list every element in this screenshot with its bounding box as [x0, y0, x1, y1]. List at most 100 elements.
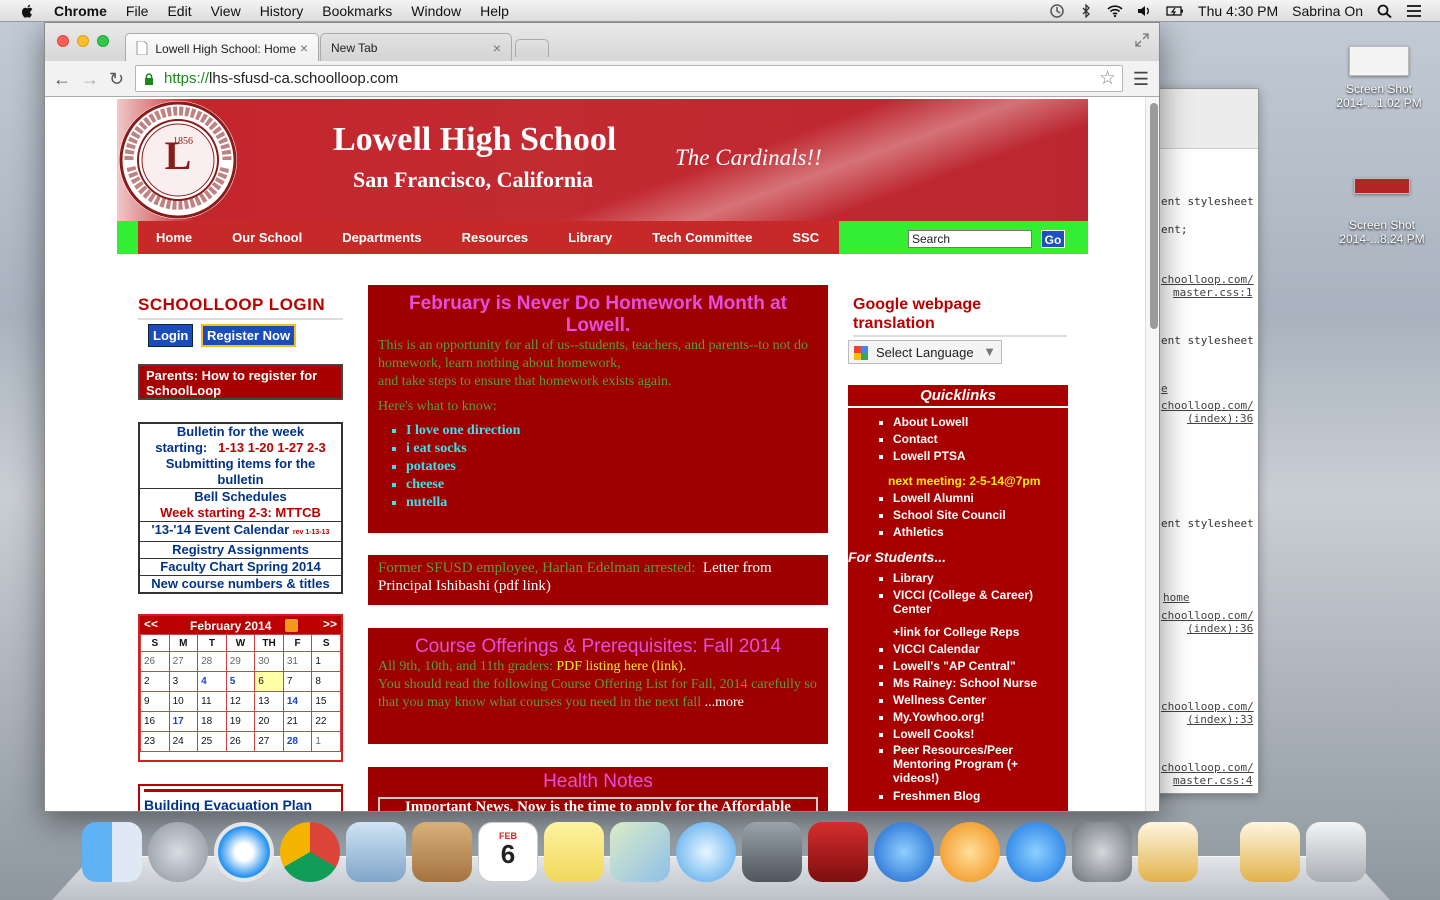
menu-window[interactable]: Window [411, 3, 461, 19]
forward-button[interactable]: → [81, 69, 99, 90]
quicklink-item[interactable]: Lowell's "AP Central" [893, 658, 1068, 675]
spotlight-search-icon[interactable] [1377, 4, 1393, 18]
calendar-day[interactable]: 25 [197, 731, 227, 752]
github-icon-2[interactable] [1240, 822, 1300, 882]
quicklink-item[interactable]: Contact [893, 431, 1068, 448]
devtools-source-link[interactable]: choolloop.com/ [1161, 609, 1254, 622]
course-numbers-link[interactable]: New course numbers & titles [140, 576, 341, 592]
quicklink-item[interactable]: Freshmen Blog [893, 788, 1068, 805]
calendar-day[interactable]: 12 [225, 691, 256, 712]
registry-link[interactable]: Registry Assignments [140, 542, 341, 559]
devtools-source-link[interactable]: home [1163, 591, 1190, 604]
menu-file[interactable]: File [126, 3, 149, 19]
calendar-day[interactable]: 16 [140, 711, 170, 732]
quicklink-item[interactable]: Athletics [893, 524, 1068, 541]
quicklink-item[interactable]: +link for College Reps [893, 624, 1068, 641]
back-button[interactable]: ← [53, 69, 71, 90]
ibooks-icon[interactable] [940, 822, 1000, 882]
quicklink-item[interactable]: Lowell Alumni [893, 490, 1068, 507]
parents-register-link[interactable]: Parents: How to register for SchoolLoop [138, 364, 343, 400]
page-scrollbar[interactable] [1145, 97, 1159, 811]
nav-tech-committee[interactable]: Tech Committee [652, 230, 752, 245]
devtools-window[interactable]: ent stylesheet ent; choolloop.com/ maste… [1150, 88, 1259, 794]
devtools-source-link[interactable]: e [1161, 382, 1168, 395]
wifi-icon[interactable] [1107, 4, 1123, 18]
calendar-day[interactable]: 9 [140, 691, 170, 712]
list-item[interactable]: potatoes [406, 458, 818, 476]
login-button[interactable]: Login [148, 324, 194, 347]
bookmark-star-icon[interactable]: ☆ [1099, 67, 1116, 90]
calendar-day[interactable]: 28 [197, 651, 227, 672]
quicklink-item[interactable]: Lowell PTSA [893, 448, 1068, 465]
system-preferences-icon[interactable] [1072, 822, 1132, 882]
photo-booth-icon[interactable] [808, 822, 868, 882]
calendar-day[interactable]: 28 [282, 731, 313, 752]
quicklink-item[interactable]: School Site Council [893, 507, 1068, 524]
close-window-button[interactable] [57, 35, 69, 47]
calendar-day[interactable]: 11 [197, 691, 227, 712]
menu-view[interactable]: View [211, 3, 241, 19]
scrollbar-thumb[interactable] [1150, 103, 1158, 329]
devtools-source-link[interactable]: choolloop.com/ [1161, 761, 1254, 774]
nav-home[interactable]: Home [156, 230, 192, 245]
devtools-source-link[interactable]: (index):36 [1187, 622, 1253, 635]
nav-ssc[interactable]: SSC [792, 230, 819, 245]
quicklink-item[interactable]: Peer Resources/Peer Mentoring Program (+… [893, 743, 1068, 785]
quicklink-item[interactable]: VICCI (College & Career) Center [893, 588, 1068, 616]
bulletin-submit[interactable]: Submitting items for the bulletin [142, 456, 339, 488]
github-icon[interactable] [1138, 822, 1198, 882]
reload-button[interactable]: ↻ [109, 69, 124, 90]
register-button[interactable]: Register Now [201, 324, 297, 347]
quicklink-item[interactable]: About Lowell [893, 414, 1068, 431]
calendar-day[interactable]: 17 [168, 711, 199, 732]
tab-lowell[interactable]: Lowell High School: Home × [125, 33, 319, 61]
devtools-source-link[interactable]: choolloop.com/ [1161, 399, 1254, 412]
calendar-day[interactable]: 1 [311, 651, 341, 672]
calendar-day[interactable]: 27 [254, 731, 284, 752]
calendar-day[interactable]: 8 [311, 671, 341, 692]
evacuation-plan-link[interactable]: Building Evacuation Plan [144, 789, 341, 811]
bulletin-weeks[interactable]: 1-13 1-20 1-27 2-3 [218, 440, 326, 455]
menu-edit[interactable]: Edit [167, 3, 191, 19]
calendar-day[interactable]: 10 [168, 691, 199, 712]
menu-help[interactable]: Help [480, 3, 509, 19]
tab-new-tab[interactable]: New Tab × [320, 33, 512, 61]
list-item[interactable]: nutella [406, 494, 818, 512]
bell-schedules-link[interactable]: Bell Schedules Week starting 2-3: MTTCB [140, 489, 341, 522]
calendar-day[interactable]: 19 [225, 711, 256, 732]
messages-icon[interactable] [676, 822, 736, 882]
calendar-day[interactable]: 22 [311, 711, 341, 732]
list-item[interactable]: cheese [406, 476, 818, 494]
calendar-day[interactable]: 3 [168, 671, 199, 692]
calendar-day[interactable]: 2 [140, 671, 170, 692]
new-tab-button[interactable] [515, 39, 549, 57]
nav-library[interactable]: Library [568, 230, 612, 245]
devtools-source-link[interactable]: choolloop.com/ [1161, 700, 1254, 713]
menu-user[interactable]: Sabrina On [1292, 3, 1363, 19]
devtools-source-link[interactable]: (index):33 [1187, 713, 1253, 726]
fullscreen-icon[interactable] [1135, 33, 1149, 47]
calendar-day[interactable]: 30 [254, 651, 284, 672]
calendar-day[interactable]: 15 [311, 691, 341, 712]
nav-departments[interactable]: Departments [342, 230, 421, 245]
menu-bookmarks[interactable]: Bookmarks [322, 3, 392, 19]
contacts-icon[interactable] [412, 822, 472, 882]
finder-icon[interactable] [82, 822, 142, 882]
close-tab-icon[interactable]: × [300, 40, 308, 56]
quicklink-item[interactable]: VICCI Calendar [893, 641, 1068, 658]
app-store-icon[interactable] [1006, 822, 1066, 882]
calendar-day[interactable]: 4 [197, 671, 227, 692]
time-machine-icon[interactable] [1049, 4, 1065, 18]
facetime-icon[interactable] [742, 822, 802, 882]
calendar-day[interactable]: 14 [282, 691, 313, 712]
calendar-day[interactable]: 23 [140, 731, 170, 752]
calendar-day[interactable]: 26 [140, 651, 170, 672]
search-go-button[interactable]: Go [1041, 230, 1065, 248]
nav-resources[interactable]: Resources [462, 230, 528, 245]
event-calendar-link[interactable]: '13-'14 Event Calendar rev 1-13-13 [140, 522, 341, 542]
calendar-icon[interactable]: FEB 6 [478, 822, 538, 882]
calendar-day[interactable]: 21 [282, 711, 313, 732]
quicklink-item[interactable]: Wellness Center [893, 692, 1068, 709]
pdf-listing-link[interactable]: PDF listing here (link). [556, 659, 686, 674]
bluetooth-icon[interactable] [1078, 4, 1094, 18]
